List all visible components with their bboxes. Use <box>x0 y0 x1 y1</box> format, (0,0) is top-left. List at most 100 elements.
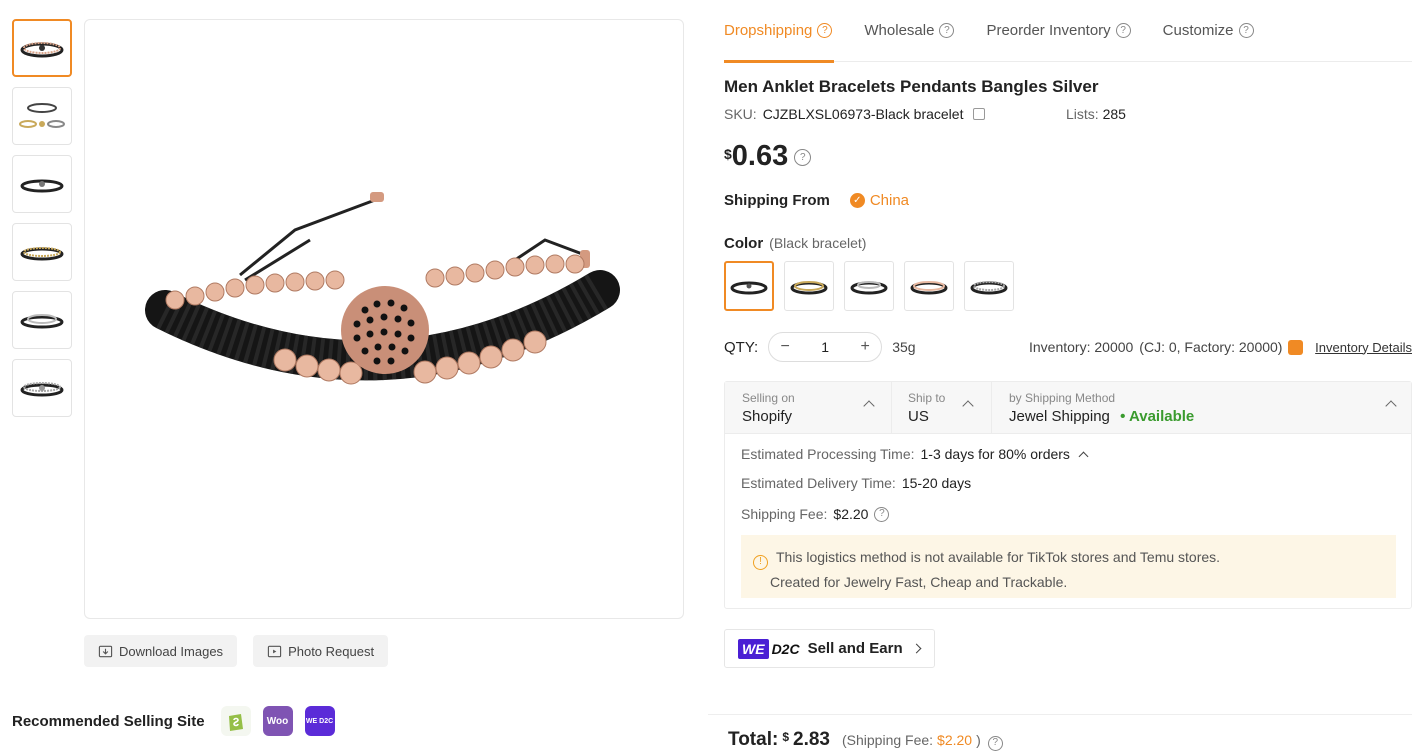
decrease-button[interactable]: − <box>777 338 793 356</box>
color-swatches <box>724 261 1014 311</box>
notice-text-1: This logistics method is not available f… <box>776 549 1221 565</box>
processing-time: Estimated Processing Time: 1-3 days for … <box>741 446 1089 462</box>
help-icon[interactable]: ? <box>874 506 890 522</box>
shipping-panel: Selling on Shopify Ship to US by Shippin… <box>724 381 1412 609</box>
color-selected: (Black bracelet) <box>769 235 867 251</box>
download-image-icon <box>98 645 113 657</box>
copy-icon[interactable] <box>973 108 986 120</box>
bracelet-image <box>20 382 64 397</box>
availability-text: Available <box>1128 408 1195 425</box>
tab-label: Dropshipping <box>724 22 813 39</box>
woocommerce-icon[interactable]: Woo <box>262 706 293 736</box>
ship-to-dropdown[interactable]: Ship to US <box>892 382 992 433</box>
color-swatch-4[interactable] <box>904 261 954 311</box>
product-price: $ 0.63 ? <box>724 140 812 173</box>
ship-to-value: US <box>908 408 929 425</box>
divider <box>708 714 1412 715</box>
delivery-label: Estimated Delivery Time: <box>741 475 896 491</box>
check-icon: ✓ <box>849 193 865 208</box>
color-swatch-2[interactable] <box>784 261 834 311</box>
thumbnail-2[interactable] <box>12 87 72 145</box>
quantity-row: QTY: − 1 + 35g Inventory: 20000 (CJ: 0, … <box>724 331 1412 363</box>
tab-wholesale[interactable]: Wholesale ? <box>864 0 955 62</box>
help-icon[interactable]: ? <box>794 149 812 166</box>
bracelet-image <box>20 314 64 329</box>
help-icon[interactable]: ? <box>1115 23 1131 38</box>
inventory-breakdown: (CJ: 0, Factory: 20000) <box>1139 339 1283 355</box>
shipping-method-value: Jewel Shipping <box>1009 408 1110 425</box>
shipping-selectors: Selling on Shopify Ship to US by Shippin… <box>725 382 1411 434</box>
download-images-button[interactable]: Download Images <box>84 635 238 667</box>
thumbnail-5[interactable] <box>12 291 72 349</box>
shipping-from-option-china[interactable]: ✓ China <box>849 192 910 209</box>
price-amount: 0.63 <box>731 140 789 172</box>
shipping-method-row: Jewel Shipping • Available <box>1009 408 1411 425</box>
tab-preorder-inventory[interactable]: Preorder Inventory ? <box>986 0 1131 62</box>
sell-and-earn-label: Sell and Earn <box>807 640 903 657</box>
bracelet-image <box>790 281 828 295</box>
product-weight: 35g <box>892 339 916 355</box>
shipping-fee: Shipping Fee: $2.20 ? <box>741 506 890 522</box>
help-icon[interactable]: ? <box>817 23 833 38</box>
notice-text-2: Created for Jewelry Fast, Cheap and Trac… <box>770 573 1068 590</box>
sell-and-earn-button[interactable]: WE D2C Sell and Earn <box>724 629 935 668</box>
shipping-from-value: China <box>869 192 910 209</box>
shipping-method-label: by Shipping Method <box>1009 391 1116 405</box>
selling-on-dropdown[interactable]: Selling on Shopify <box>725 382 892 433</box>
bracelet-image <box>730 281 768 295</box>
chevron-right-icon <box>911 643 922 654</box>
shipping-fee-label: Shipping Fee: <box>741 506 828 522</box>
warehouse-icon <box>1288 339 1304 355</box>
shipping-method-dropdown[interactable]: by Shipping Method Jewel Shipping • Avai… <box>992 382 1411 433</box>
product-detail-panel: Dropshipping ? Wholesale ? Preorder Inve… <box>724 0 1412 668</box>
help-icon[interactable]: ? <box>1238 23 1254 38</box>
inventory-details-link[interactable]: Inventory Details <box>1315 340 1412 355</box>
sku-label: SKU: <box>724 106 757 122</box>
thumbnail-4[interactable] <box>12 223 72 281</box>
shipping-from-label: Shipping From <box>724 192 830 209</box>
ship-to-label: Ship to <box>908 391 946 405</box>
total-fee-suffix: ) <box>976 732 981 748</box>
download-images-label: Download Images <box>119 643 224 659</box>
wed2c-icon[interactable]: WE D2C <box>304 706 335 736</box>
color-swatch-3[interactable] <box>844 261 894 311</box>
bracelet-image <box>910 281 948 295</box>
photo-request-icon <box>267 645 282 657</box>
lists-value: 285 <box>1102 106 1126 122</box>
total-currency: $ <box>782 730 789 744</box>
shipping-fee-value: $2.20 <box>833 506 869 522</box>
tab-dropshipping[interactable]: Dropshipping ? <box>724 0 835 63</box>
quantity-input[interactable]: 1 <box>821 339 829 355</box>
thumbnail-6[interactable] <box>12 359 72 417</box>
bracelet-image <box>20 179 64 193</box>
delivery-time: Estimated Delivery Time: 15-20 days <box>741 475 971 491</box>
increase-button[interactable]: + <box>857 338 873 356</box>
quantity-stepper: − 1 + <box>768 332 883 362</box>
chevron-up-icon[interactable] <box>1078 451 1089 461</box>
purchase-mode-tabs: Dropshipping ? Wholesale ? Preorder Inve… <box>724 0 1412 63</box>
wed2c-logo: WE D2C <box>738 638 800 659</box>
image-actions: Download Images Photo Request <box>84 635 389 667</box>
thumbnail-3[interactable] <box>12 155 72 213</box>
inventory-info: Inventory: 20000 (CJ: 0, Factory: 20000) <box>1029 339 1304 355</box>
color-label: Color <box>724 235 764 252</box>
lists-count: Lists: 285 <box>1066 106 1126 122</box>
tab-customize[interactable]: Customize ? <box>1163 0 1254 62</box>
photo-request-label: Photo Request <box>288 643 375 659</box>
tab-label: Wholesale <box>864 22 935 39</box>
help-icon[interactable]: ? <box>987 735 1003 751</box>
shopify-icon[interactable] <box>220 706 251 736</box>
price-currency: $ <box>724 146 732 162</box>
lists-label: Lists: <box>1066 106 1099 122</box>
photo-request-button[interactable]: Photo Request <box>253 635 389 667</box>
color-swatch-black-bracelet[interactable] <box>724 261 774 311</box>
help-icon[interactable]: ? <box>939 23 955 38</box>
total-label: Total: <box>728 729 779 750</box>
color-swatch-5[interactable] <box>964 261 1014 311</box>
wed2c-logo-we: WE <box>738 638 769 659</box>
inventory-total: Inventory: 20000 <box>1029 339 1134 355</box>
main-product-image[interactable] <box>84 19 684 619</box>
thumbnail-1[interactable] <box>12 19 72 77</box>
notice-line-1: ! This logistics method is not available … <box>753 545 1384 570</box>
processing-value: 1-3 days for 80% orders <box>920 446 1070 462</box>
